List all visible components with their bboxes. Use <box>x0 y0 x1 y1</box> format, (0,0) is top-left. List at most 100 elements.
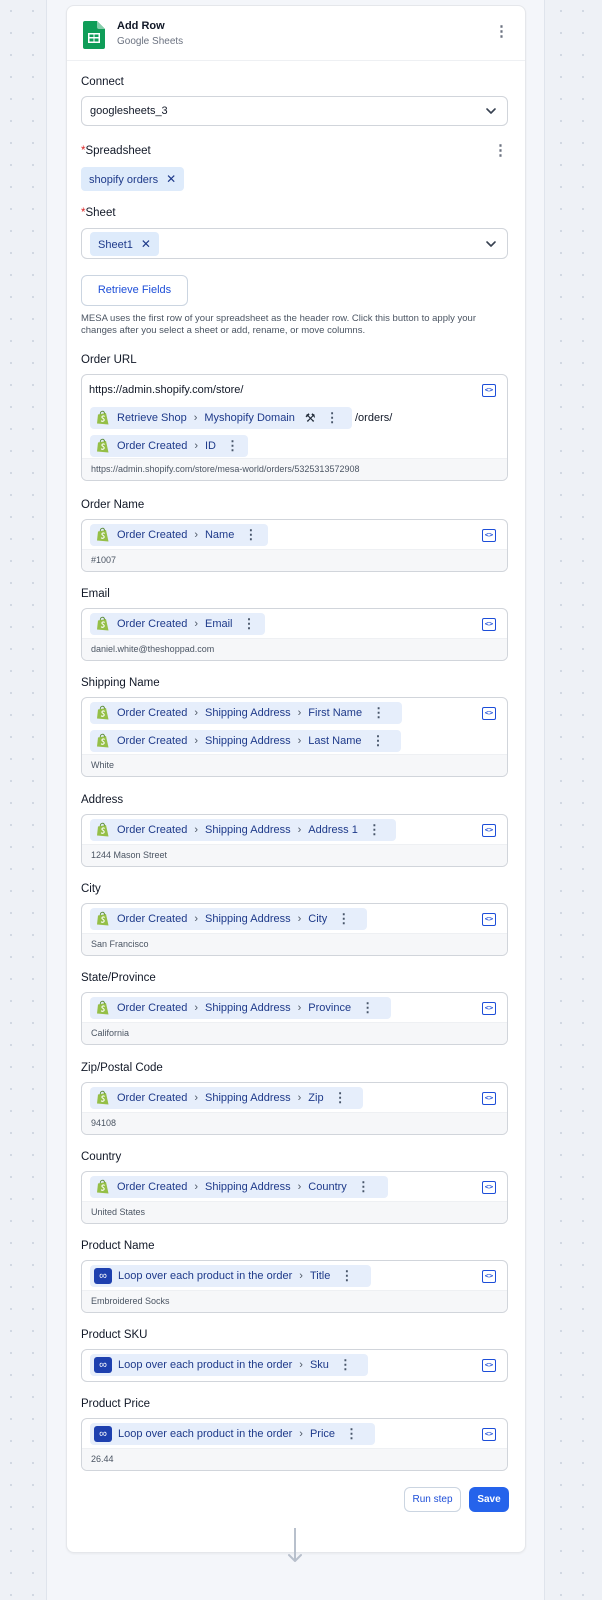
retrieve-fields-button[interactable]: Retrieve Fields <box>81 275 188 306</box>
kebab-icon[interactable]: ⋮ <box>345 1426 358 1442</box>
token-product-title[interactable]: ∞ Loop over each product in the order › Ti… <box>90 1265 371 1287</box>
city-preview: San Francisco <box>82 933 507 955</box>
token-order-created-id[interactable]: Order Created › ID ⋮ <box>90 435 248 457</box>
email-label: Email <box>81 588 110 600</box>
kebab-icon[interactable]: ⋮ <box>372 705 385 721</box>
code-icon[interactable]: <> <box>482 1428 496 1441</box>
product-price-preview: 26.44 <box>82 1448 507 1470</box>
sheet-select[interactable]: Sheet1 ✕ <box>81 228 508 259</box>
shopify-icon <box>95 616 111 632</box>
kebab-icon[interactable]: ⋮ <box>244 527 257 543</box>
shopify-icon <box>95 822 111 838</box>
kebab-icon[interactable]: ⋮ <box>368 822 381 838</box>
token-province[interactable]: Order Created › Shipping Address › Province … <box>90 997 391 1019</box>
loop-icon: ∞ <box>94 1357 112 1373</box>
order-url-preview: https://admin.shopify.com/store/mesa-wor… <box>82 458 507 480</box>
google-sheets-icon <box>83 21 105 49</box>
loop-icon: ∞ <box>94 1268 112 1284</box>
kebab-icon[interactable]: ⋮ <box>339 1357 352 1373</box>
shopify-icon <box>95 1090 111 1106</box>
code-icon[interactable]: <> <box>482 618 496 631</box>
step-header: Add Row Google Sheets <box>67 6 525 61</box>
token-address-1[interactable]: Order Created › Shipping Address › Address 1… <box>90 819 396 841</box>
kebab-icon[interactable]: ⋮ <box>361 1000 374 1016</box>
product-name-preview: Embroidered Socks <box>82 1290 507 1312</box>
run-step-button[interactable]: Run step <box>404 1487 461 1512</box>
address-label: Address <box>81 794 124 806</box>
zip-preview: 94108 <box>82 1112 507 1134</box>
spreadsheet-chip[interactable]: shopify orders ✕ <box>81 167 185 191</box>
state-preview: California <box>82 1022 507 1044</box>
country-preview: United States <box>82 1201 507 1223</box>
state-label: State/Province <box>81 972 156 984</box>
country-label: Country <box>81 1151 122 1163</box>
retrieve-help-text: MESA uses the first row of your spreadsh… <box>81 313 476 336</box>
token-product-price[interactable]: ∞ Loop over each product in the order › Pr… <box>90 1423 375 1445</box>
kebab-icon[interactable]: ⋮ <box>337 911 350 927</box>
close-icon[interactable]: ✕ <box>166 172 176 186</box>
step-title: Add Row <box>117 20 165 32</box>
token-first-name[interactable]: Order Created › Shipping Address › First Nam… <box>90 702 402 724</box>
code-icon[interactable]: <> <box>482 384 496 397</box>
kebab-icon[interactable]: ⋮ <box>226 438 239 454</box>
token-country[interactable]: Order Created › Shipping Address › Country ⋮ <box>90 1176 388 1198</box>
token-order-name[interactable]: Order Created › Name ⋮ <box>90 524 268 546</box>
token-email[interactable]: Order Created › Email ⋮ <box>90 613 265 635</box>
step-menu-kebab-icon[interactable]: ⋮ <box>494 23 509 41</box>
connect-value: googlesheets_3 <box>90 105 168 117</box>
token-zip[interactable]: Order Created › Shipping Address › Zip ⋮ <box>90 1087 363 1109</box>
token-city[interactable]: Order Created › Shipping Address › City ⋮ <box>90 908 367 930</box>
chevron-down-icon <box>486 108 496 114</box>
code-icon[interactable]: <> <box>482 1270 496 1283</box>
connect-label: Connect <box>81 76 124 88</box>
close-icon[interactable]: ✕ <box>141 237 151 251</box>
code-icon[interactable]: <> <box>482 1002 496 1015</box>
product-name-label: Product Name <box>81 1240 155 1252</box>
token-retrieve-shop-domain[interactable]: Retrieve Shop › Myshopify Domain ⚒ ⋮ <box>90 407 352 429</box>
spreadsheet-kebab-icon[interactable]: ⋮ <box>493 142 508 160</box>
email-preview: daniel.white@theshoppad.com <box>82 638 507 660</box>
shopify-icon <box>95 438 111 454</box>
connect-select[interactable]: googlesheets_3 <box>81 96 508 126</box>
code-icon[interactable]: <> <box>482 1359 496 1372</box>
kebab-icon[interactable]: ⋮ <box>371 733 384 749</box>
kebab-icon[interactable]: ⋮ <box>326 410 339 426</box>
shopify-icon <box>95 1000 111 1016</box>
order-url-label: Order URL <box>81 354 137 366</box>
shopify-icon <box>95 733 111 749</box>
code-icon[interactable]: <> <box>482 1181 496 1194</box>
order-name-label: Order Name <box>81 499 145 511</box>
code-icon[interactable]: <> <box>482 707 496 720</box>
sheet-chip[interactable]: Sheet1 ✕ <box>90 232 159 256</box>
product-price-label: Product Price <box>81 1398 151 1410</box>
code-icon[interactable]: <> <box>482 824 496 837</box>
shopify-icon <box>95 705 111 721</box>
kebab-icon[interactable]: ⋮ <box>357 1179 370 1195</box>
address-preview: 1244 Mason Street <box>82 844 507 866</box>
order-name-preview: #1007 <box>82 549 507 571</box>
chevron-down-icon <box>486 241 496 247</box>
token-product-sku[interactable]: ∞ Loop over each product in the order › Sk… <box>90 1354 368 1376</box>
shopify-icon <box>95 1179 111 1195</box>
kebab-icon[interactable]: ⋮ <box>243 616 256 632</box>
kebab-icon[interactable]: ⋮ <box>340 1268 353 1284</box>
shopify-icon <box>95 527 111 543</box>
step-subtitle: Google Sheets <box>117 36 184 47</box>
shopify-icon <box>95 410 111 426</box>
order-url-prefix: https://admin.shopify.com/store/ <box>89 384 244 396</box>
code-icon[interactable]: <> <box>482 1092 496 1105</box>
loop-icon: ∞ <box>94 1426 112 1442</box>
token-last-name[interactable]: Order Created › Shipping Address › Last Name… <box>90 730 401 752</box>
wrench-icon[interactable]: ⚒ <box>305 411 316 425</box>
product-sku-label: Product SKU <box>81 1329 148 1341</box>
sheet-label: *Sheet <box>81 207 116 219</box>
save-button[interactable]: Save <box>469 1487 509 1512</box>
order-url-suffix: /orders/ <box>355 412 393 424</box>
kebab-icon[interactable]: ⋮ <box>334 1090 347 1106</box>
shipping-name-preview: White <box>82 754 507 776</box>
shopify-icon <box>95 911 111 927</box>
zip-label: Zip/Postal Code <box>81 1062 163 1074</box>
code-icon[interactable]: <> <box>482 913 496 926</box>
code-icon[interactable]: <> <box>482 529 496 542</box>
spreadsheet-label: *Spreadsheet <box>81 145 151 157</box>
